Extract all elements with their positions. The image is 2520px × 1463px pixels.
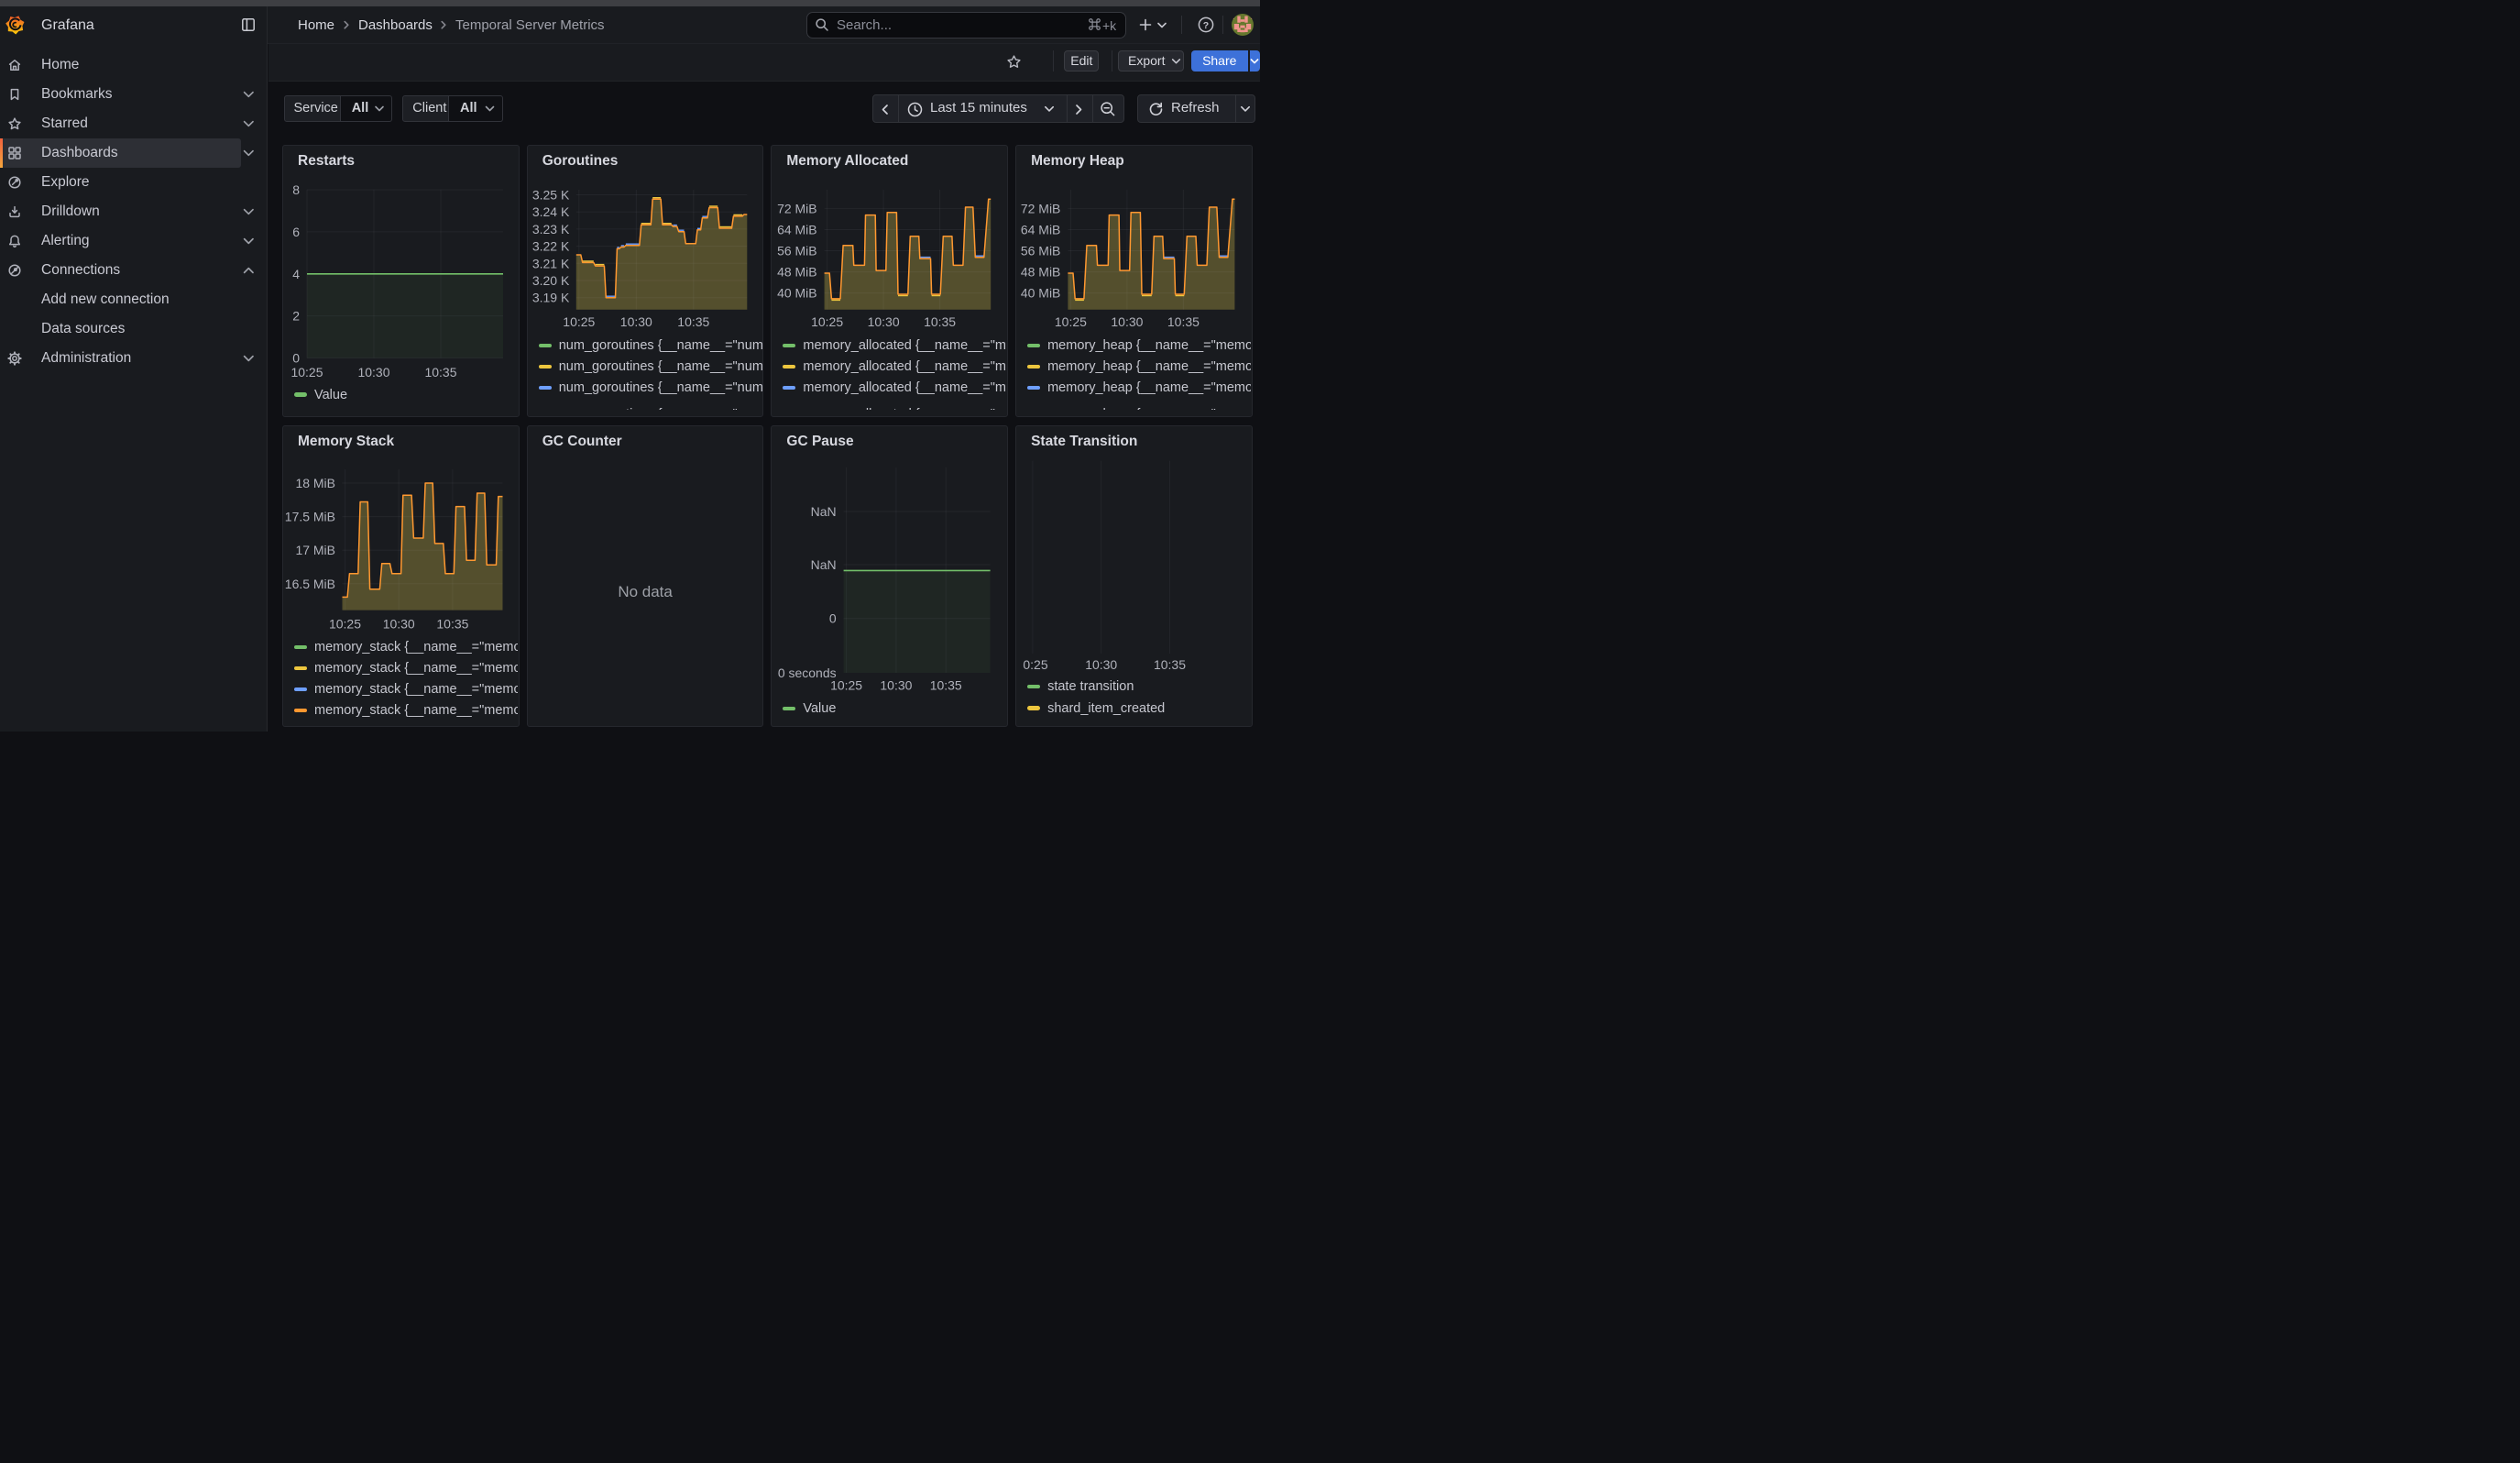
svg-text:?: ?	[1203, 20, 1209, 31]
svg-text:10:30: 10:30	[357, 365, 389, 380]
svg-text:10:25: 10:25	[830, 677, 862, 692]
svg-text:56 MiB: 56 MiB	[1021, 243, 1061, 258]
svg-text:6: 6	[292, 225, 300, 239]
svg-text:10:35: 10:35	[924, 314, 956, 329]
svg-text:10:35: 10:35	[677, 314, 709, 329]
svg-text:0 seconds: 0 seconds	[778, 666, 837, 680]
svg-text:10:25: 10:25	[291, 365, 323, 380]
svg-text:3.22 K: 3.22 K	[532, 239, 570, 254]
svg-text:10:30: 10:30	[619, 314, 652, 329]
svg-text:10:25: 10:25	[563, 314, 595, 329]
svg-text:64 MiB: 64 MiB	[777, 222, 817, 236]
svg-text:56 MiB: 56 MiB	[777, 243, 817, 258]
svg-text:10:35: 10:35	[424, 365, 456, 380]
svg-text:4: 4	[292, 267, 300, 281]
svg-text:10:30: 10:30	[1085, 657, 1117, 672]
svg-text:10:35: 10:35	[1167, 314, 1200, 329]
svg-text:0:25: 0:25	[1023, 657, 1047, 672]
svg-text:16.5 MiB: 16.5 MiB	[285, 577, 335, 591]
svg-text:3.21 K: 3.21 K	[532, 256, 570, 270]
svg-text:10:30: 10:30	[881, 677, 913, 692]
svg-text:72 MiB: 72 MiB	[1021, 201, 1061, 215]
svg-text:18 MiB: 18 MiB	[295, 476, 335, 490]
svg-text:48 MiB: 48 MiB	[777, 265, 817, 280]
svg-text:10:25: 10:25	[1055, 314, 1087, 329]
svg-text:72 MiB: 72 MiB	[777, 201, 817, 215]
svg-text:2: 2	[292, 309, 300, 324]
svg-text:3.25 K: 3.25 K	[532, 187, 570, 202]
svg-text:3.19 K: 3.19 K	[532, 291, 570, 305]
svg-text:10:25: 10:25	[811, 314, 843, 329]
svg-text:40 MiB: 40 MiB	[777, 286, 817, 301]
svg-text:10:30: 10:30	[868, 314, 900, 329]
svg-text:64 MiB: 64 MiB	[1021, 222, 1061, 236]
svg-text:48 MiB: 48 MiB	[1021, 265, 1061, 280]
svg-text:10:35: 10:35	[930, 677, 962, 692]
svg-text:3.24 K: 3.24 K	[532, 204, 570, 219]
svg-text:0: 0	[292, 350, 300, 365]
svg-text:10:25: 10:25	[329, 617, 361, 632]
svg-text:10:35: 10:35	[1154, 657, 1186, 672]
svg-text:8: 8	[292, 182, 300, 197]
svg-text:3.20 K: 3.20 K	[532, 273, 570, 288]
svg-text:NaN: NaN	[811, 504, 837, 519]
svg-text:3.23 K: 3.23 K	[532, 222, 570, 236]
svg-text:10:30: 10:30	[1111, 314, 1143, 329]
svg-text:NaN: NaN	[811, 557, 837, 572]
svg-text:17 MiB: 17 MiB	[295, 543, 335, 557]
svg-text:10:30: 10:30	[383, 617, 415, 632]
svg-text:0: 0	[829, 611, 837, 626]
svg-text:17.5 MiB: 17.5 MiB	[285, 510, 335, 524]
svg-text:10:35: 10:35	[436, 617, 468, 632]
svg-text:40 MiB: 40 MiB	[1021, 286, 1061, 301]
